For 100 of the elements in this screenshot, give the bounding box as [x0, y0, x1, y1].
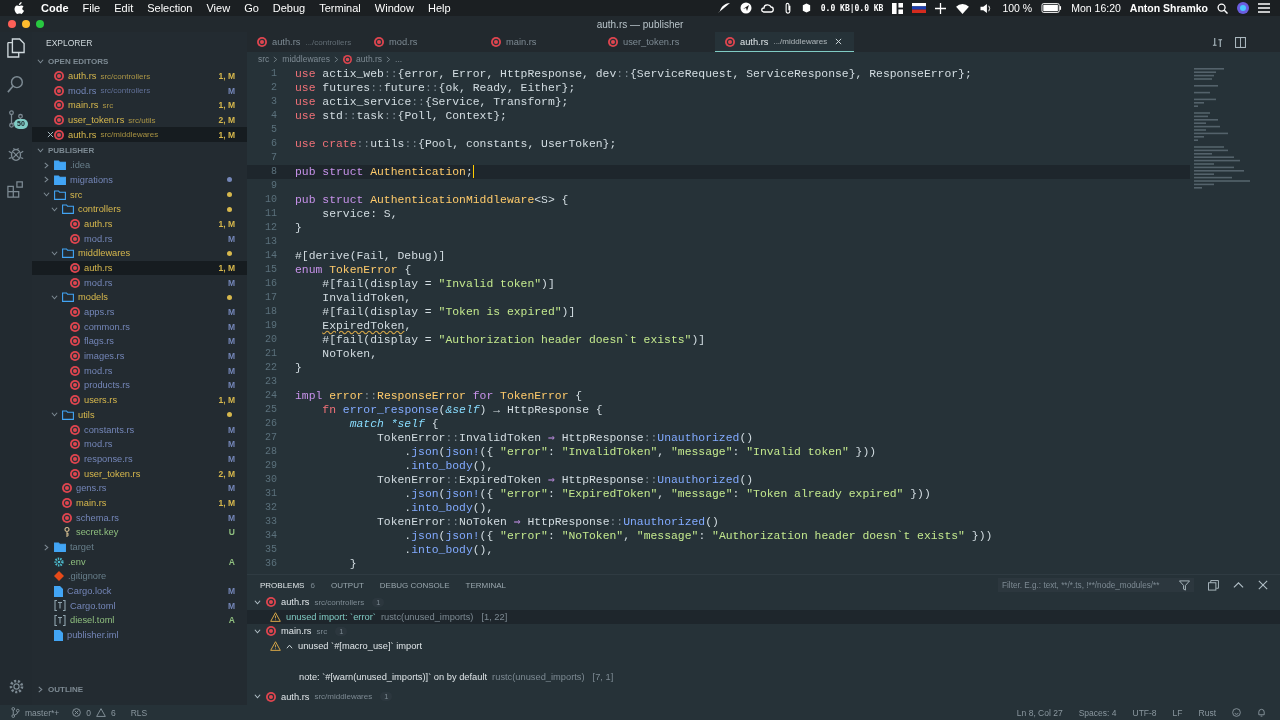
- menu-item[interactable]: Selection: [147, 2, 193, 14]
- breadcrumb-item[interactable]: middlewares: [282, 54, 331, 64]
- chevron-right-icon[interactable]: [37, 686, 44, 694]
- line-ending[interactable]: LF: [1172, 707, 1183, 718]
- chevron-right-icon[interactable]: [43, 176, 50, 184]
- error-icon[interactable]: [72, 708, 82, 717]
- tree-item[interactable]: migrations: [32, 172, 247, 188]
- menu-item[interactable]: View: [206, 2, 231, 14]
- close-button[interactable]: [8, 20, 16, 28]
- flag-icon[interactable]: [912, 3, 927, 13]
- cloud-icon[interactable]: [760, 2, 775, 14]
- settings-icon[interactable]: [7, 678, 25, 695]
- chevron-down-icon[interactable]: [37, 146, 44, 154]
- menu-item[interactable]: Window: [374, 2, 414, 14]
- open-editor-item[interactable]: main.rs src 1, M: [32, 98, 247, 113]
- app-menu[interactable]: Code: [41, 2, 69, 14]
- filter-field[interactable]: Filter. E.g.: text, **/*.ts, !**/node_modules/**: [998, 578, 1194, 592]
- tree-item[interactable]: user_token.rs 2, M: [32, 466, 247, 481]
- panel-tab[interactable]: DEBUG CONSOLE: [379, 575, 450, 595]
- close-icon[interactable]: [1258, 580, 1268, 590]
- warning-count[interactable]: 6: [111, 707, 116, 718]
- tree-item[interactable]: controllers: [32, 201, 247, 217]
- chevron-down-icon[interactable]: [51, 293, 58, 301]
- tree-item[interactable]: src: [32, 187, 247, 202]
- chevron-down-icon[interactable]: [43, 191, 50, 199]
- tree-item[interactable]: diesel.toml A: [32, 613, 247, 628]
- chevron-up-icon[interactable]: [286, 642, 293, 650]
- tree-item[interactable]: products.rs M: [32, 378, 247, 393]
- menu-item[interactable]: Help: [427, 2, 451, 14]
- grid-icon[interactable]: [892, 2, 904, 14]
- problem-row[interactable]: note: `#[warn(unused_imports)]` on by default rustc(unused_imports) [7, 1]: [247, 653, 1280, 690]
- tree-item[interactable]: mod.rs M: [32, 363, 247, 379]
- tree-item[interactable]: gens.rs M: [32, 480, 247, 496]
- chevron-up-icon[interactable]: [1233, 579, 1244, 591]
- problem-row[interactable]: unused import: `error` rustc(unused_imports) [1, 22]: [247, 609, 1280, 625]
- chevron-right-icon[interactable]: [43, 161, 50, 169]
- tree-item[interactable]: constants.rs M: [32, 422, 247, 437]
- tree-item[interactable]: secret.key U: [32, 525, 247, 540]
- tree-item[interactable]: apps.rs M: [32, 304, 247, 320]
- user-name[interactable]: Anton Shramko: [1129, 2, 1208, 14]
- tree-item[interactable]: mod.rs M: [32, 231, 247, 246]
- smiley-icon[interactable]: [1232, 708, 1241, 717]
- chevron-down-icon[interactable]: [51, 249, 58, 257]
- menu-icon[interactable]: [1258, 3, 1270, 13]
- problem-row[interactable]: unused `#[macro_use]` import: [247, 638, 1280, 654]
- open-editor-item[interactable]: mod.rs src/controllers M: [32, 83, 247, 99]
- siri-icon[interactable]: [1237, 2, 1249, 14]
- menu-item[interactable]: Terminal: [319, 2, 361, 14]
- search-icon[interactable]: [1217, 2, 1228, 14]
- editor-tab[interactable]: mod.rs: [364, 32, 481, 52]
- source-control-icon[interactable]: [7, 110, 25, 128]
- branch-icon[interactable]: [11, 707, 20, 718]
- editor-tab[interactable]: auth.rs .../middlewares: [715, 32, 855, 52]
- tree-item[interactable]: Cargo.lock M: [32, 583, 247, 599]
- branch-name[interactable]: master*+: [25, 707, 60, 718]
- minimize-button[interactable]: [22, 20, 30, 28]
- encoding[interactable]: UTF-8: [1132, 707, 1157, 718]
- bell-icon[interactable]: [1257, 708, 1266, 717]
- tree-item[interactable]: mod.rs M: [32, 275, 247, 290]
- breadcrumb-item[interactable]: auth.rs: [356, 54, 383, 64]
- chevron-right-icon[interactable]: [43, 543, 50, 551]
- tree-item[interactable]: .env A: [32, 554, 247, 570]
- tree-item[interactable]: auth.rs 1, M: [32, 260, 247, 276]
- split-editor-icon[interactable]: [1235, 36, 1246, 48]
- zoom-button[interactable]: [36, 20, 44, 28]
- section-header[interactable]: PUBLISHER: [48, 145, 95, 155]
- tree-item[interactable]: utils: [32, 407, 247, 423]
- section-header[interactable]: OPEN EDITORS: [48, 56, 109, 66]
- tree-item[interactable]: Cargo.toml M: [32, 598, 247, 614]
- clock[interactable]: Mon 16:20: [1071, 2, 1121, 14]
- battery-icon[interactable]: [1041, 3, 1063, 13]
- close-icon[interactable]: [47, 131, 54, 139]
- extensions-icon[interactable]: [7, 180, 25, 198]
- chevron-down-icon[interactable]: [37, 57, 44, 65]
- tree-item[interactable]: target: [32, 539, 247, 555]
- language-mode[interactable]: Rust: [1198, 707, 1216, 718]
- language-server[interactable]: RLS: [130, 707, 148, 718]
- chevron-down-icon[interactable]: [254, 598, 261, 606]
- tree-item[interactable]: publisher.iml: [32, 627, 247, 643]
- chevron-down-icon[interactable]: [254, 693, 261, 701]
- tree-item[interactable]: main.rs 1, M: [32, 495, 247, 511]
- paperclip-icon[interactable]: [783, 1, 792, 15]
- panel-tab[interactable]: TERMINAL: [465, 575, 507, 595]
- editor-tab[interactable]: user_token.rs: [598, 32, 715, 52]
- wifi-icon[interactable]: [955, 2, 971, 14]
- menu-item[interactable]: File: [82, 2, 101, 14]
- editor-tab[interactable]: auth.rs .../controllers: [247, 32, 364, 52]
- tree-item[interactable]: flags.rs M: [32, 334, 247, 349]
- tree-item[interactable]: response.rs M: [32, 451, 247, 467]
- bug-icon[interactable]: [7, 145, 25, 163]
- files-icon[interactable]: [7, 38, 25, 58]
- circle-arrow-icon[interactable]: [739, 2, 752, 14]
- tree-item[interactable]: middlewares: [32, 245, 247, 261]
- open-editor-item[interactable]: auth.rs src/middlewares 1, M: [32, 127, 247, 143]
- menu-item[interactable]: Go: [244, 2, 259, 14]
- section-header[interactable]: OUTLINE: [48, 685, 84, 695]
- tree-item[interactable]: users.rs 1, M: [32, 392, 247, 408]
- editor-tab[interactable]: main.rs: [481, 32, 598, 52]
- chevron-down-icon[interactable]: [51, 411, 58, 419]
- cursor-position[interactable]: Ln 8, Col 27: [1016, 707, 1063, 718]
